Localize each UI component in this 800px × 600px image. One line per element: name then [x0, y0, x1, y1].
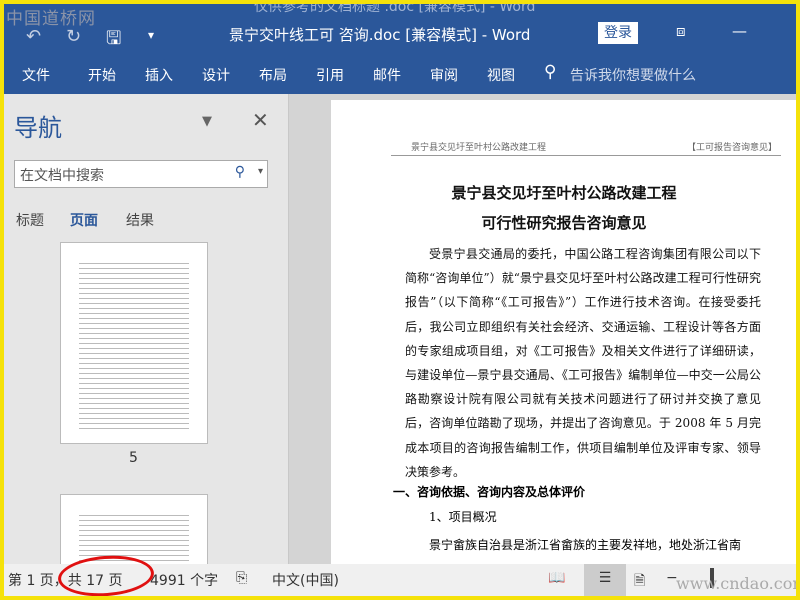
search-icon: ⚲: [544, 62, 557, 82]
ribbon-tabs: 文件 开始 插入 设计 布局 引用 邮件 审阅 视图 ⚲ 告诉我你想要做什么: [4, 54, 796, 94]
tab-file[interactable]: 文件: [22, 65, 50, 85]
tab-design[interactable]: 设计: [202, 65, 230, 85]
tell-me-input[interactable]: 告诉我你想要做什么: [570, 65, 696, 85]
tab-results[interactable]: 结果: [126, 210, 154, 230]
tab-mailings[interactable]: 邮件: [373, 65, 401, 85]
read-mode-icon[interactable]: 📖: [548, 570, 565, 586]
minimize-icon[interactable]: —: [732, 22, 747, 40]
proofing-icon[interactable]: ⎘: [236, 570, 247, 586]
tab-view[interactable]: 视图: [487, 65, 515, 85]
print-layout-icon[interactable]: ☰: [584, 564, 626, 596]
tab-insert[interactable]: 插入: [145, 65, 173, 85]
watermark-url: www.cndao.com: [676, 574, 796, 593]
header-right: 【工可报告咨询意见】: [686, 143, 777, 153]
tab-headings[interactable]: 标题: [16, 210, 44, 230]
doc-title: 景宁县交见圩至叶村公路改建工程: [451, 184, 677, 202]
page-thumbnail[interactable]: [60, 242, 208, 444]
language[interactable]: 中文(中国): [272, 570, 339, 590]
subsection-heading: 1、项目概况: [429, 510, 497, 524]
search-input[interactable]: 在文档中搜索 ⚲ ▾: [14, 160, 268, 188]
nav-title: 导航: [14, 114, 62, 142]
undo-icon[interactable]: ↶: [26, 26, 41, 47]
tab-pages[interactable]: 页面: [70, 210, 98, 230]
document-area: 景宁县交见圩至叶村公路改建工程 【工可报告咨询意见】 景宁县交见圩至叶村公路改建…: [288, 94, 796, 570]
page-number-label: 5: [129, 450, 138, 466]
intro-paragraph: 受景宁县交通局的委托，中国公路工程咨询集团有限公司以下简称“咨询单位”）就“景宁…: [405, 247, 761, 479]
tab-review[interactable]: 审阅: [430, 65, 458, 85]
web-layout-icon[interactable]: 🗎: [634, 570, 645, 594]
tab-home[interactable]: 开始: [88, 65, 116, 85]
doc-subtitle: 可行性研究报告咨询意见: [481, 214, 647, 232]
word-count[interactable]: 4991 个字: [150, 570, 218, 590]
watermark-logo: 中国道桥网: [6, 9, 96, 29]
chevron-down-icon[interactable]: ▾: [258, 166, 263, 177]
title-bar: 仅供参考的文档标题 .doc [兼容模式] - Word 中国道桥网 ↶ ↻ 🖫…: [4, 4, 796, 54]
ghost-title: 仅供参考的文档标题 .doc [兼容模式] - Word: [254, 4, 536, 15]
nav-options-icon[interactable]: ▼: [202, 114, 212, 129]
document-page[interactable]: 景宁县交见圩至叶村公路改建工程 【工可报告咨询意见】 景宁县交见圩至叶村公路改建…: [331, 100, 796, 570]
paragraph: 景宁畲族自治县是浙江省畲族的主要发祥地，地处浙江省南: [429, 538, 742, 552]
word-window: 仅供参考的文档标题 .doc [兼容模式] - Word 中国道桥网 ↶ ↻ 🖫…: [4, 4, 796, 596]
customize-qat-icon[interactable]: ▾: [148, 28, 154, 42]
login-button[interactable]: 登录: [598, 22, 638, 44]
section-heading: 一、咨询依据、咨询内容及总体评价: [393, 485, 586, 499]
redo-icon[interactable]: ↻: [66, 26, 81, 47]
save-icon[interactable]: 🖫: [106, 26, 121, 56]
header-divider: [391, 155, 781, 156]
document-title: 景宁交叶线工可 咨询.doc [兼容模式] - Word: [229, 26, 531, 44]
search-placeholder: 在文档中搜索: [20, 168, 104, 184]
tab-layout[interactable]: 布局: [259, 65, 287, 85]
ribbon-display-icon[interactable]: ⧈: [676, 22, 686, 40]
close-icon[interactable]: ✕: [252, 108, 269, 132]
tab-references[interactable]: 引用: [316, 65, 344, 85]
navigation-pane: 导航 ▼ ✕ 在文档中搜索 ⚲ ▾ 标题 页面 结果 5: [4, 94, 288, 574]
search-icon[interactable]: ⚲: [235, 164, 245, 180]
header-left: 景宁县交见圩至叶村公路改建工程: [411, 143, 547, 153]
